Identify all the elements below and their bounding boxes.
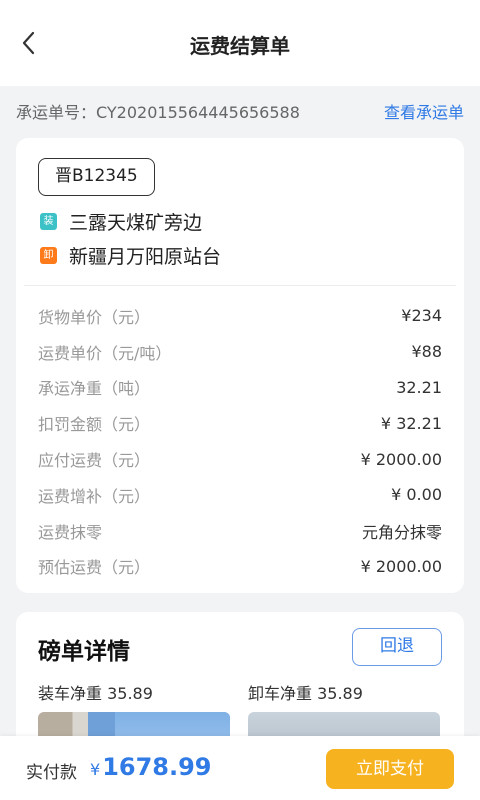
fee-value: ¥234	[401, 306, 442, 326]
divider	[24, 285, 456, 286]
pay-label: 实付款	[26, 763, 77, 783]
fee-list: 货物单价（元） ¥234 运费单价（元/吨） ¥88 承运净重（吨） 32.21…	[38, 298, 442, 584]
fee-value: ¥ 2000.00	[360, 449, 442, 469]
fee-label: 运费抹零	[38, 522, 103, 542]
amount-value: 1678.99	[102, 753, 212, 781]
fee-label: 扣罚金额（元）	[38, 415, 151, 435]
unload-place: 新疆月万阳原站台	[69, 246, 222, 268]
fee-row: 应付运费（元） ¥ 2000.00	[38, 441, 442, 477]
fee-label: 承运净重（吨）	[38, 379, 151, 399]
fee-value: ¥ 32.21	[380, 413, 442, 433]
top-bar: 运费结算单	[0, 0, 480, 86]
fee-row: 运费单价（元/吨） ¥88	[38, 334, 442, 370]
load-place: 三露天煤矿旁边	[69, 212, 203, 234]
fee-row: 承运净重（吨） 32.21	[38, 370, 442, 406]
load-net-weight: 装车净重 35.89	[38, 684, 153, 703]
fee-value: ¥ 2000.00	[360, 556, 442, 576]
fee-value: ¥ 0.00	[391, 485, 442, 505]
unload-location: 卸 新疆月万阳原站台	[40, 242, 221, 269]
fee-label: 货物单价（元）	[38, 307, 151, 327]
page-title: 运费结算单	[190, 34, 290, 58]
payment-bar: 实付款 ¥1678.99 立即支付	[0, 736, 480, 800]
fee-value: 32.21	[396, 377, 442, 397]
fee-label: 运费增补（元）	[38, 486, 151, 506]
load-location: 装 三露天煤矿旁边	[40, 208, 202, 235]
pay-amount: ¥1678.99	[90, 753, 212, 781]
fee-value: ¥88	[411, 342, 442, 362]
fee-row: 运费抹零 元角分抹零	[38, 513, 442, 549]
unload-net-weight: 卸车净重 35.89	[248, 684, 363, 703]
license-plate: 晋B12345	[38, 158, 155, 196]
view-order-link[interactable]: 查看承运单	[384, 99, 464, 123]
pay-now-button[interactable]: 立即支付	[326, 749, 454, 789]
fee-row: 扣罚金额（元） ¥ 32.21	[38, 405, 442, 441]
fee-label: 预估运费（元）	[38, 558, 151, 578]
fee-label: 运费单价（元/吨）	[38, 343, 172, 363]
rollback-button[interactable]: 回退	[352, 628, 442, 666]
fee-row: 预估运费（元） ¥ 2000.00	[38, 549, 442, 585]
order-number-row: 承运单号：CY202015564445656588 查看承运单	[16, 98, 464, 124]
fee-value: 元角分抹零	[361, 522, 442, 542]
fee-label: 应付运费（元）	[38, 451, 151, 471]
weigh-ticket-title: 磅单详情	[38, 639, 130, 665]
currency-symbol: ¥	[90, 760, 101, 779]
fee-row: 货物单价（元） ¥234	[38, 298, 442, 334]
load-tag: 装	[40, 213, 57, 230]
settlement-card: 晋B12345 装 三露天煤矿旁边 卸 新疆月万阳原站台 货物单价（元） ¥23…	[16, 138, 464, 593]
fee-row: 运费增补（元） ¥ 0.00	[38, 477, 442, 513]
unload-tag: 卸	[40, 247, 57, 264]
order-number: 承运单号：CY202015564445656588	[16, 103, 300, 122]
